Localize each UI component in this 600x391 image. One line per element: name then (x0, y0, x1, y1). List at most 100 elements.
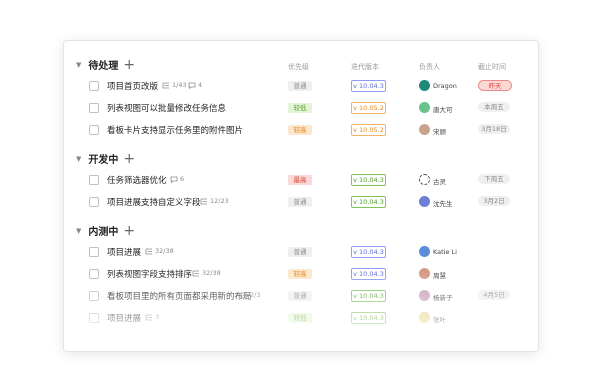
task-checkbox[interactable] (89, 291, 99, 301)
task-checkbox[interactable] (89, 103, 99, 113)
subtask-count: 32/38 (192, 269, 221, 277)
comment-value: 6 (180, 175, 185, 183)
priority-badge[interactable]: 较低 (288, 103, 312, 113)
group-header[interactable]: ▼ 待处理 + (76, 57, 135, 73)
comment-icon (170, 176, 178, 183)
subtask-value: 32/38 (155, 247, 174, 255)
task-title[interactable]: 任务筛选器优化 (107, 174, 167, 186)
priority-badge[interactable]: 较高 (288, 125, 312, 135)
group-header[interactable]: ▼ 开发中 + (76, 151, 135, 167)
comment-icon (188, 82, 196, 89)
task-title[interactable]: 看板卡片支持显示任务里的附件图片 (107, 124, 243, 136)
header-priority: 优先级 (288, 63, 309, 71)
version-tag[interactable]: v 10.05.2 (351, 124, 386, 136)
owner-name[interactable]: 杨新子 (433, 292, 453, 302)
subtask-count: 3 (145, 313, 159, 321)
header-owner: 负责人 (419, 63, 440, 71)
owner-name[interactable]: Katie Li (433, 248, 457, 256)
task-checkbox[interactable] (89, 81, 99, 91)
version-tag[interactable]: v 10.04.3 (351, 196, 386, 208)
avatar (419, 290, 430, 301)
avatar (419, 312, 430, 323)
bottom-fade-overlay (64, 271, 538, 351)
subtask-value: 1/43 (172, 81, 187, 89)
subtask-icon (200, 198, 207, 204)
deadline-badge[interactable]: 下周五 (478, 174, 510, 184)
task-checkbox[interactable] (89, 125, 99, 135)
subtask-value: 2/3 (250, 291, 261, 299)
priority-badge[interactable]: 普通 (288, 81, 312, 91)
deadline-badge[interactable]: 3月18日 (478, 124, 510, 134)
priority-badge[interactable]: 普通 (288, 247, 312, 257)
subtask-icon (162, 82, 169, 88)
owner-name[interactable]: 宋顾 (433, 126, 446, 136)
task-title[interactable]: 项目首页改版 (107, 80, 158, 92)
subtask-icon (145, 314, 152, 320)
version-tag[interactable]: v 10.04.3 (351, 290, 386, 302)
task-checkbox[interactable] (89, 175, 99, 185)
caret-down-icon[interactable]: ▼ (76, 61, 81, 69)
subtask-value: 32/38 (202, 269, 221, 277)
subtask-count: 12/23 (200, 197, 229, 205)
avatar (419, 124, 430, 135)
owner-name[interactable]: 周慧 (433, 270, 446, 280)
subtask-count: 32/38 (145, 247, 174, 255)
add-task-icon[interactable]: + (123, 152, 135, 166)
task-title[interactable]: 列表视图可以批量修改任务信息 (107, 102, 226, 114)
deadline-badge[interactable]: 昨天 (478, 80, 512, 91)
comment-count: 4 (188, 81, 202, 89)
caret-down-icon[interactable]: ▼ (76, 227, 81, 235)
deadline-badge[interactable]: 3月2日 (478, 196, 510, 206)
subtask-count: 1/43 (162, 81, 187, 89)
header-deadline: 截止时间 (478, 63, 506, 71)
task-checkbox[interactable] (89, 247, 99, 257)
task-checkbox[interactable] (89, 197, 99, 207)
subtask-value: 3 (155, 313, 160, 321)
subtask-count: 2/3 (240, 291, 260, 299)
add-task-icon[interactable]: + (123, 224, 135, 238)
task-title[interactable]: 项目进展 (107, 312, 141, 324)
owner-name[interactable]: 古灵 (433, 176, 446, 186)
subtask-value: 12/23 (210, 197, 229, 205)
caret-down-icon[interactable]: ▼ (76, 155, 81, 163)
task-title[interactable]: 列表视图字段支持排序 (107, 268, 192, 280)
avatar (419, 80, 430, 91)
version-tag[interactable]: v 10.05.2 (351, 102, 386, 114)
priority-badge[interactable]: 最高 (288, 175, 312, 185)
task-title[interactable]: 项目进展 (107, 246, 141, 258)
avatar (419, 268, 430, 279)
task-title[interactable]: 项目进展支持自定义字段 (107, 196, 201, 208)
group-header[interactable]: ▼ 内测中 + (76, 223, 135, 239)
avatar (419, 196, 430, 207)
group-title: 内测中 (88, 227, 119, 238)
avatar (419, 174, 430, 185)
comment-value: 4 (198, 81, 203, 89)
task-checkbox[interactable] (89, 313, 99, 323)
version-tag[interactable]: v 10.04.3 (351, 174, 386, 186)
task-title[interactable]: 看板项目里的所有页面都采用新的布局 (107, 290, 252, 302)
version-tag[interactable]: v 10.04.3 (351, 80, 386, 92)
priority-badge[interactable]: 较高 (288, 269, 312, 279)
owner-name[interactable]: Dragon (433, 82, 457, 90)
task-checkbox[interactable] (89, 269, 99, 279)
add-task-icon[interactable]: + (123, 58, 135, 72)
version-tag[interactable]: v 10.04.3 (351, 312, 386, 324)
group-title: 开发中 (88, 155, 119, 166)
deadline-badge[interactable]: 4月5日 (478, 290, 510, 300)
subtask-icon (145, 248, 152, 254)
subtask-icon (192, 270, 199, 276)
version-tag[interactable]: v 10.04.3 (351, 268, 386, 280)
avatar (419, 246, 430, 257)
owner-name[interactable]: 张叶 (433, 314, 446, 324)
priority-badge[interactable]: 较低 (288, 313, 312, 323)
subtask-icon (240, 292, 247, 298)
version-tag[interactable]: v 10.04.3 (351, 246, 386, 258)
owner-name[interactable]: 唐大可 (433, 104, 453, 114)
group-title: 待处理 (88, 61, 119, 72)
owner-name[interactable]: 沈先生 (433, 198, 453, 208)
deadline-badge[interactable]: 本周五 (478, 102, 510, 112)
comment-count: 6 (170, 175, 184, 183)
priority-badge[interactable]: 普通 (288, 197, 312, 207)
avatar (419, 102, 430, 113)
priority-badge[interactable]: 普通 (288, 291, 312, 301)
